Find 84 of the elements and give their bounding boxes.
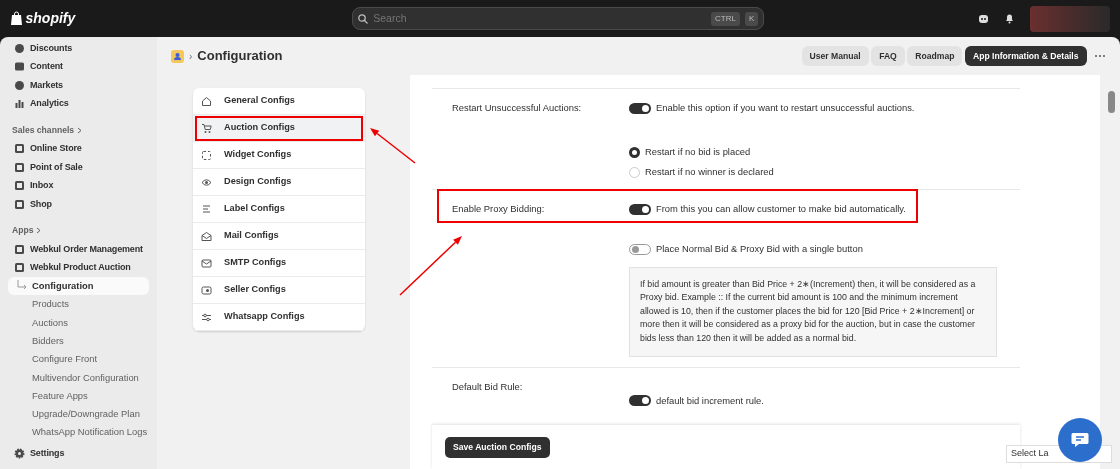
shopping-bag-icon: [10, 11, 23, 26]
toggle-switch[interactable]: [629, 203, 651, 215]
sidebar-item[interactable]: Settings: [8, 444, 149, 463]
toggle-label: From this you can allow customer to make bid automatically.: [656, 202, 906, 217]
bell-icon: [1004, 13, 1015, 24]
toggle-label: default bid increment rule.: [656, 393, 764, 408]
config-nav-item[interactable]: Label Configs: [193, 196, 365, 223]
radio-button[interactable]: [629, 146, 640, 158]
eye-icon: [201, 176, 212, 188]
config-nav-item[interactable]: SMTP Configs: [193, 250, 365, 277]
radio-label: Restart if no bid is placed: [645, 145, 751, 160]
section-heading[interactable]: Apps: [12, 224, 34, 238]
setting-label: Default Bid Rule:: [452, 379, 524, 394]
scrollbar-thumb[interactable]: [1108, 91, 1115, 113]
save-button[interactable]: Save Auction Configs: [445, 437, 550, 458]
sidebar-item[interactable]: Markets: [8, 76, 149, 95]
header-button[interactable]: User Manual: [801, 45, 869, 67]
config-nav-item[interactable]: Widget Configs: [193, 142, 365, 169]
sidebar-item[interactable]: Online Store: [8, 139, 149, 158]
sidebar-item[interactable]: WhatsApp Notification Logs: [8, 423, 149, 442]
shortcut-key: K: [744, 11, 759, 26]
breadcrumb-separator: ›: [189, 49, 193, 64]
sliders-icon: [201, 311, 212, 323]
sidebar-item[interactable]: Multivendor Configuration: [8, 368, 149, 387]
label-icon: [201, 203, 212, 215]
sidebar-item[interactable]: Upgrade/Downgrade Plan: [8, 405, 149, 424]
id-card-icon: [201, 284, 212, 296]
square-icon: [14, 198, 25, 210]
square-icon: [14, 161, 25, 173]
sidebar-item[interactable]: Content: [8, 57, 149, 76]
search-input[interactable]: Search: [373, 10, 707, 27]
chevron-icon: [36, 227, 41, 235]
sidebar-item[interactable]: Webkul Product Auction: [8, 258, 149, 277]
header-button[interactable]: App Information & Details: [964, 45, 1087, 67]
toggle-label: Enable this option if you want to restart unsuccessful auctions.: [656, 101, 915, 115]
image-icon: [14, 61, 25, 73]
chat-bubble-icon: [1071, 432, 1089, 448]
square-icon: [14, 243, 25, 255]
shortcut-key: CTRL: [711, 11, 740, 26]
setting-label: Restart Unsuccessful Auctions:: [452, 101, 583, 115]
sidebar-item[interactable]: Discounts: [8, 39, 149, 58]
sidebar-item[interactable]: Auctions: [8, 313, 149, 332]
radio-label: Restart if no winner is declared: [645, 165, 774, 180]
more-icon: [1094, 54, 1106, 58]
info-note: If bid amount is greater than Bid Price + 2∗(Increment) then, it will be considered as a Proxy bid. Example :: If the current bid amount is 100 and the minimum increment allowed is 10, then if the customer places the bid for 120 [Bid Price + 2∗Increment] or more then it will be considered as a proxy bid for the auction, but in case the customer bids less than 120 then it will be added as a normal bid.: [629, 266, 997, 357]
bar-chart-icon: [14, 98, 25, 110]
dashed-square-icon: [201, 149, 212, 161]
header-button[interactable]: FAQ: [871, 45, 905, 67]
toggle-label: Place Normal Bid & Proxy Bid with a single button: [656, 242, 863, 257]
toggle-switch[interactable]: [629, 102, 651, 114]
sidebar-item[interactable]: Analytics: [8, 94, 149, 113]
cart-icon: [201, 122, 212, 134]
sidebar-item[interactable]: Shop: [8, 195, 149, 214]
sidebar-item[interactable]: Webkul Order Management: [8, 240, 149, 259]
home-icon: [201, 95, 212, 107]
robot-icon: [978, 13, 989, 24]
envelope-icon: [201, 257, 212, 269]
setting-label: Enable Proxy Bidding:: [452, 202, 546, 217]
envelope-open-icon: [201, 230, 212, 242]
config-nav-item[interactable]: Seller Configs: [193, 277, 365, 304]
chevron-icon: [76, 126, 82, 134]
config-nav-item[interactable]: Whatsapp Configs: [193, 304, 365, 331]
toggle-switch[interactable]: [629, 244, 651, 255]
search-field[interactable]: Search CTRL K: [352, 7, 765, 30]
toggle-switch[interactable]: [629, 395, 651, 407]
section-heading[interactable]: Sales channels: [12, 123, 75, 137]
logo-text: shopify: [25, 9, 76, 28]
page-title: Configuration: [197, 47, 283, 66]
square-icon: [14, 143, 25, 155]
sidebar-item[interactable]: Feature Apps: [8, 386, 149, 406]
square-icon: [14, 180, 25, 192]
sidebar-item[interactable]: Bidders: [8, 331, 149, 351]
sidebar-item[interactable]: Configure Front: [8, 350, 149, 369]
sidebar-item[interactable]: Inbox: [8, 176, 149, 195]
sidebar-item[interactable]: Products: [8, 295, 149, 314]
search-icon: [358, 13, 369, 24]
sidebar-item[interactable]: Point of Sale: [8, 158, 149, 177]
config-nav-item[interactable]: Mail Configs: [193, 223, 365, 250]
app-icon: [171, 49, 184, 63]
config-nav-item[interactable]: Design Configs: [193, 169, 365, 196]
header-button[interactable]: Roadmap: [907, 45, 963, 67]
sidebar-item[interactable]: Configuration: [8, 277, 149, 296]
square-icon: [14, 262, 25, 274]
gear-icon: [14, 447, 25, 459]
